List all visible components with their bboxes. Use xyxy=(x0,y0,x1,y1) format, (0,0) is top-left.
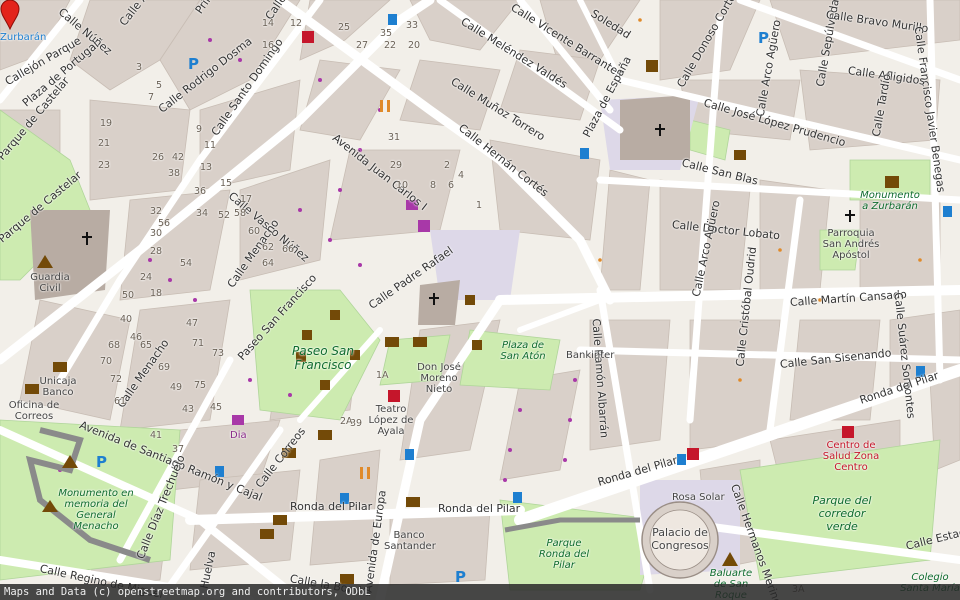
house-number: 49 xyxy=(170,382,183,393)
place-label: Teatro López de Ayala xyxy=(368,404,414,437)
place-label: Monumento a Zurbarán xyxy=(860,190,920,212)
place-label: Bankinter xyxy=(566,350,615,361)
house-number: 58 xyxy=(234,208,247,219)
street-label: Ronda del Pilar xyxy=(438,502,521,515)
house-number: 66 xyxy=(282,244,295,255)
house-number: 23 xyxy=(98,160,111,171)
house-number: 41 xyxy=(150,430,163,441)
house-number: 3 xyxy=(136,62,143,73)
house-number: 21 xyxy=(98,138,111,149)
house-number: 8 xyxy=(430,180,437,191)
house-number: 20 xyxy=(408,40,421,51)
house-number: 4 xyxy=(458,170,465,181)
place-label: Dia xyxy=(230,430,247,441)
house-number: 68 xyxy=(108,340,121,351)
place-label: Plaza de San Atón xyxy=(500,340,546,362)
house-number: 24 xyxy=(140,272,153,283)
house-number: 62 xyxy=(262,242,275,253)
location-marker-icon[interactable] xyxy=(0,0,20,30)
house-number: 27 xyxy=(356,40,369,51)
place-label: Guardia Civil xyxy=(30,272,70,294)
house-number: 71 xyxy=(192,338,205,349)
house-number: 10 xyxy=(396,180,409,191)
house-number: 2 xyxy=(444,160,451,171)
house-number: 72 xyxy=(110,374,123,385)
house-number: 13 xyxy=(200,162,213,173)
house-number: 43 xyxy=(182,404,195,415)
house-number: 73 xyxy=(212,348,225,359)
house-number: 38 xyxy=(168,168,181,179)
place-label: Centro de Salud Zona Centro xyxy=(822,440,880,473)
place-label: Zurbarán xyxy=(0,32,47,43)
house-number: 2A xyxy=(340,416,353,427)
house-number: 45 xyxy=(210,402,223,413)
house-number: 33 xyxy=(406,20,419,31)
house-number: 29 xyxy=(390,160,403,171)
house-number: 36 xyxy=(194,186,207,197)
street-label: Ronda del Pilar xyxy=(290,500,373,513)
house-number: 34 xyxy=(196,208,209,219)
house-number: 26 xyxy=(152,152,165,163)
house-number: 60 xyxy=(248,226,261,237)
house-number: 69 xyxy=(158,362,171,373)
house-number: 18 xyxy=(150,288,163,299)
house-number: 56 xyxy=(158,218,171,229)
house-number: 37 xyxy=(172,444,185,455)
map-attribution: Maps and Data (c) openstreetmap.org and … xyxy=(0,584,960,600)
house-number: 35 xyxy=(380,28,393,39)
house-number: 6 xyxy=(448,180,455,191)
house-number: 17 xyxy=(240,194,253,205)
place-label: Oficina de Correos xyxy=(8,400,60,422)
place-label: Banco Santander xyxy=(384,530,436,552)
svg-text:P: P xyxy=(96,453,107,471)
house-number: 50 xyxy=(122,290,135,301)
house-number: 61 xyxy=(114,396,127,407)
place-label: Monumento en memoria del General Menacho xyxy=(58,488,134,532)
svg-text:P: P xyxy=(188,55,199,73)
place-label: Don José Moreno Nieto xyxy=(417,362,461,395)
house-number: 14 xyxy=(262,18,275,29)
place-label: Paseo San Francisco xyxy=(292,344,354,372)
place-label: Parroquia San Andrés Apóstol xyxy=(822,228,880,261)
house-number: 1 xyxy=(476,200,483,211)
house-number: 25 xyxy=(338,22,351,33)
house-number: 16 xyxy=(262,40,275,51)
house-number: 28 xyxy=(150,246,163,257)
house-number: 15 xyxy=(220,178,233,189)
house-number: 30 xyxy=(150,228,163,239)
map-canvas[interactable]: P P P P Calle Núñez Prim Calle Meléndez … xyxy=(0,0,960,600)
house-number: 40 xyxy=(120,314,133,325)
house-number: 70 xyxy=(100,356,113,367)
house-number: 12 xyxy=(290,18,303,29)
house-number: 42 xyxy=(172,152,185,163)
place-label: Parque del corredor verde xyxy=(812,494,872,533)
house-number: 54 xyxy=(180,258,193,269)
house-number: 22 xyxy=(384,40,397,51)
place-label: Parque Ronda del Pilar xyxy=(538,538,590,571)
house-number: 47 xyxy=(186,318,199,329)
place-label: Unicaja Banco xyxy=(39,376,77,398)
house-number: 32 xyxy=(150,206,163,217)
house-number: 5 xyxy=(156,80,163,91)
house-number: 31 xyxy=(388,132,401,143)
house-number: 64 xyxy=(262,258,275,269)
house-number: 11 xyxy=(204,140,217,151)
house-number: 75 xyxy=(194,380,207,391)
place-label: Rosa Solar xyxy=(672,492,725,503)
house-number: 65 xyxy=(140,340,153,351)
house-number: 7 xyxy=(148,92,155,103)
house-number: 1A xyxy=(376,370,389,381)
place-label: Palacio de Congresos xyxy=(651,526,709,552)
house-number: 52 xyxy=(218,210,231,221)
house-number: 9 xyxy=(196,124,203,135)
house-number: 19 xyxy=(100,118,113,129)
